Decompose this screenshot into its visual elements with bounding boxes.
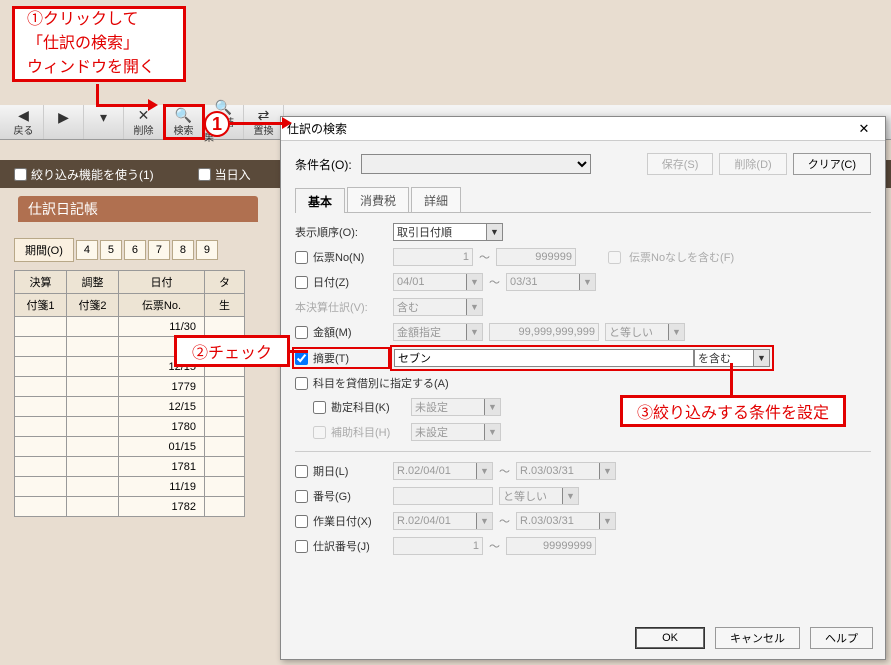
condition-row: 条件名(O): 保存(S) 削除(D) クリア(C) xyxy=(295,153,871,175)
tab-tax[interactable]: 消費税 xyxy=(347,187,409,212)
sagyo-date-from[interactable]: R.02/04/01▼ xyxy=(393,512,493,530)
kijitsu-from[interactable]: R.02/04/01▼ xyxy=(393,462,493,480)
table-row[interactable]: 1779 xyxy=(15,377,245,397)
amount-value[interactable] xyxy=(489,323,599,341)
drop-icon: ▾ xyxy=(100,110,107,124)
search-button[interactable]: 🔍 検索 xyxy=(164,105,204,139)
replace-icon: ⇄ xyxy=(258,108,270,122)
delete-button[interactable]: ✕ 削除 xyxy=(124,105,164,139)
include-no-denpyo-checkbox xyxy=(608,251,621,264)
honkessan-select: 含む▼ xyxy=(393,298,483,316)
callout-1-number: 1 xyxy=(204,111,230,137)
table-row[interactable]: 1782 xyxy=(15,497,245,517)
callout-2: ②チェック xyxy=(174,335,290,367)
period-tab-4[interactable]: 4 xyxy=(76,240,98,260)
callout-3: ③絞り込みする条件を設定 xyxy=(620,395,846,427)
tab-basic[interactable]: 基本 xyxy=(295,188,345,213)
denpyo-no-checkbox[interactable] xyxy=(295,251,308,264)
fwd-button[interactable]: ▶ xyxy=(44,105,84,139)
amount-cond-select[interactable]: と等しい▼ xyxy=(605,323,685,341)
period-label[interactable]: 期間(O) xyxy=(14,238,74,262)
condition-label: 条件名(O): xyxy=(295,156,355,173)
main-window: ◀ 戻る ▶ ▾ ✕ 削除 🔍 検索 🔍 検索結果 ⇄ 置換 絞 xyxy=(0,0,891,665)
period-tab-5[interactable]: 5 xyxy=(100,240,122,260)
tekiyo-checkbox[interactable] xyxy=(295,352,308,365)
tab-row: 基本 消費税 詳細 xyxy=(295,187,871,213)
table-row[interactable]: 11/30 xyxy=(15,317,245,337)
tab-detail[interactable]: 詳細 xyxy=(411,187,461,212)
period-tab-9[interactable]: 9 xyxy=(196,240,218,260)
period-tab-8[interactable]: 8 xyxy=(172,240,194,260)
callout-1-arrow xyxy=(96,84,99,104)
denpyo-no-to[interactable] xyxy=(496,248,576,266)
sagyo-date-checkbox[interactable] xyxy=(295,515,308,528)
hojo-checkbox xyxy=(313,426,326,439)
cancel-button[interactable]: キャンセル xyxy=(715,627,800,649)
table-row[interactable]: 1780 xyxy=(15,417,245,437)
period-tab-6[interactable]: 6 xyxy=(124,240,146,260)
period-row: 期間(O) 4 5 6 7 8 9 xyxy=(14,238,218,262)
fwd-icon: ▶ xyxy=(58,110,69,124)
honkessan-label: 本決算仕訳(V): xyxy=(295,299,387,315)
bango-cond-select[interactable]: と等しい▼ xyxy=(499,487,579,505)
callout-1: ①クリックして 「仕訳の検索」 ウィンドウを開く xyxy=(12,6,186,82)
back-icon: ◀ xyxy=(18,108,29,122)
kijitsu-checkbox[interactable] xyxy=(295,465,308,478)
date-checkbox[interactable] xyxy=(295,276,308,289)
callout-2-arrow xyxy=(290,350,308,353)
display-order-select[interactable]: 取引日付順▼ xyxy=(393,223,503,241)
table-row[interactable]: 01/15 xyxy=(15,437,245,457)
bango-input[interactable] xyxy=(393,487,493,505)
ok-button[interactable]: OK xyxy=(635,627,705,649)
dialog-titlebar: 仕訳の検索 ✕ xyxy=(281,117,885,141)
amount-type-select[interactable]: 金額指定▼ xyxy=(393,323,483,341)
sagyo-date-to[interactable]: R.03/03/31▼ xyxy=(516,512,616,530)
shiwake-no-to[interactable] xyxy=(506,537,596,555)
dialog-title: 仕訳の検索 xyxy=(287,120,849,137)
kanjo-select[interactable]: 未設定▼ xyxy=(411,398,501,416)
date-from[interactable]: 04/01▼ xyxy=(393,273,483,291)
hojo-select: 未設定▼ xyxy=(411,423,501,441)
denpyo-no-from[interactable] xyxy=(393,248,473,266)
use-filter-label: 絞り込み機能を使う(1) xyxy=(31,166,154,183)
table-header-row1: 決算 調整 日付 タ xyxy=(15,271,245,294)
use-filter-checkbox[interactable] xyxy=(14,168,27,181)
table-row[interactable]: 12/15 xyxy=(15,397,245,417)
delete-button[interactable]: 削除(D) xyxy=(719,153,786,175)
period-tab-7[interactable]: 7 xyxy=(148,240,170,260)
journal-table: 決算 調整 日付 タ 付箋1 付箋2 伝票No. 生 11/30 12/15177… xyxy=(14,270,245,517)
close-icon[interactable]: ✕ xyxy=(849,119,879,139)
kijitsu-to[interactable]: R.03/03/31▼ xyxy=(516,462,616,480)
amount-checkbox[interactable] xyxy=(295,326,308,339)
callout-3-arrow xyxy=(730,363,733,397)
save-button[interactable]: 保存(S) xyxy=(647,153,714,175)
search-icon: 🔍 xyxy=(175,108,192,122)
search-dialog: 仕訳の検索 ✕ 条件名(O): 保存(S) 削除(D) クリア(C) 基本 消費… xyxy=(280,116,886,660)
chevron-down-icon: ▼ xyxy=(486,224,502,240)
kanjo-checkbox[interactable] xyxy=(313,401,326,414)
table-header-row2: 付箋1 付箋2 伝票No. 生 xyxy=(15,294,245,317)
today-label: 当日入 xyxy=(215,166,251,183)
today-checkbox[interactable] xyxy=(198,168,211,181)
clear-button[interactable]: クリア(C) xyxy=(793,153,871,175)
drop-button[interactable]: ▾ xyxy=(84,105,124,139)
display-order-label: 表示順序(O): xyxy=(295,224,387,240)
back-button[interactable]: ◀ 戻る xyxy=(4,105,44,139)
bango-checkbox[interactable] xyxy=(295,490,308,503)
table-row[interactable]: 11/19 xyxy=(15,477,245,497)
journal-title: 仕訳日記帳 xyxy=(18,196,258,222)
table-row[interactable]: 1781 xyxy=(15,457,245,477)
tekiyo-input[interactable] xyxy=(394,349,694,367)
shiwake-no-checkbox[interactable] xyxy=(295,540,308,553)
dialog-button-row: OK キャンセル ヘルプ xyxy=(635,627,873,649)
shiwake-no-from[interactable] xyxy=(393,537,483,555)
help-button[interactable]: ヘルプ xyxy=(810,627,873,649)
date-to[interactable]: 03/31▼ xyxy=(506,273,596,291)
condition-select[interactable] xyxy=(361,154,591,174)
kamoku-debit-checkbox[interactable] xyxy=(295,377,308,390)
